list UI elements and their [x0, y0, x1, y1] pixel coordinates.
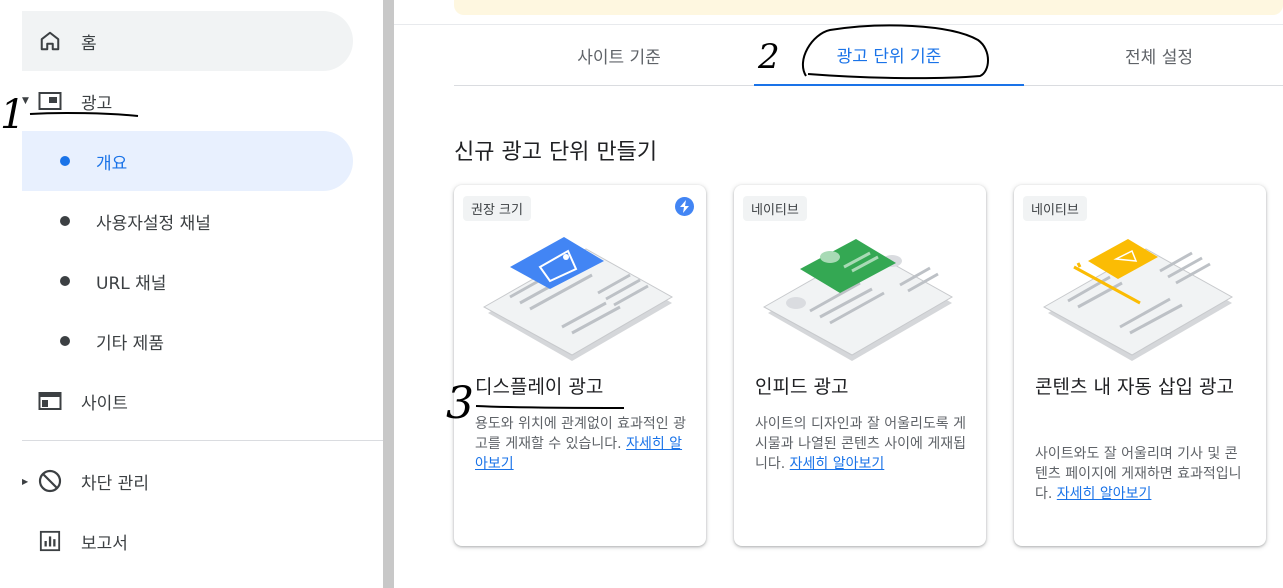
- tab-global-settings[interactable]: 전체 설정: [1024, 25, 1283, 86]
- sidebar-item-other-products[interactable]: 기타 제품: [22, 311, 353, 371]
- bullet-icon: [60, 336, 70, 346]
- sidebar-item-home[interactable]: 홈: [22, 11, 353, 71]
- tab-bar: 사이트 기준 광고 단위 기준 전체 설정: [454, 25, 1283, 86]
- sidebar-item-label: 개요: [96, 153, 128, 174]
- tab-by-ad-unit[interactable]: 광고 단위 기준: [754, 25, 1024, 86]
- card-description: 사이트의 디자인과 잘 어울리도록 게시물과 나열된 콘텐츠 사이에 게재됩니다…: [755, 416, 966, 472]
- sidebar-item-label: 기타 제품: [96, 333, 164, 354]
- display-ad-illustration: [482, 237, 674, 361]
- block-icon: [38, 469, 62, 493]
- sidebar-item-label: 보고서: [81, 533, 128, 554]
- sidebar: 홈 ▼ 광고 개요 사용자설정 채널 URL 채널 기타 제품 사이트 ▶ 차단…: [0, 0, 383, 588]
- caret-down-icon[interactable]: ▼: [22, 96, 29, 106]
- sidebar-item-sites[interactable]: 사이트: [22, 371, 353, 431]
- sidebar-item-block-controls[interactable]: ▶ 차단 관리: [22, 451, 353, 511]
- card-description: 용도와 위치에 관계없이 효과적인 광고를 게재할 수 있습니다. 자세히 알아…: [475, 416, 686, 472]
- card-title: 콘텐츠 내 자동 삽입 광고: [1035, 376, 1234, 398]
- divider: [22, 440, 383, 441]
- notice-banner: [454, 0, 1283, 15]
- ad-type-card-in-feed[interactable]: 네이티브 인피드 광고 사이트의 디자인과 잘 어울리도록 게시물과 나열된 콘…: [734, 185, 986, 546]
- sidebar-item-label: 사이트: [81, 393, 128, 414]
- sidebar-item-overview[interactable]: 개요: [22, 131, 353, 191]
- native-chip: 네이티브: [743, 196, 807, 221]
- learn-more-link[interactable]: 자세히 알아보기: [1057, 486, 1152, 502]
- sidebar-item-label: 광고: [81, 93, 113, 114]
- sidebar-item-url-channels[interactable]: URL 채널: [22, 251, 353, 311]
- native-chip: 네이티브: [1023, 196, 1087, 221]
- ads-icon: [38, 89, 62, 113]
- bullet-icon: [60, 276, 70, 286]
- card-title: 인피드 광고: [755, 376, 849, 398]
- ad-type-card-display[interactable]: 권장 크기 디스플레이 광고 용도와 위치에 관계없이 효과적인 광고를 게재할…: [454, 185, 706, 546]
- sidebar-item-reports[interactable]: 보고서: [22, 511, 353, 571]
- ad-type-card-in-article[interactable]: 네이티브 콘텐츠 내 자동 삽입 광고 사이트와도 잘 어울리며 기사 및 콘텐…: [1014, 185, 1266, 546]
- in-article-ad-illustration: [1042, 239, 1234, 361]
- in-feed-ad-illustration: [762, 239, 954, 361]
- scrollbar[interactable]: [383, 0, 394, 588]
- report-icon: [38, 529, 62, 553]
- learn-more-link[interactable]: 자세히 알아보기: [790, 456, 885, 472]
- sites-icon: [38, 389, 62, 413]
- main-content: 사이트 기준 광고 단위 기준 전체 설정 신규 광고 단위 만들기 권장 크기…: [394, 0, 1283, 588]
- tab-by-site[interactable]: 사이트 기준: [484, 25, 754, 86]
- card-title: 디스플레이 광고: [475, 376, 604, 398]
- sidebar-item-label: URL 채널: [96, 273, 167, 294]
- sidebar-item-label: 사용자설정 채널: [96, 213, 211, 234]
- home-icon: [38, 29, 62, 53]
- sidebar-item-custom-channels[interactable]: 사용자설정 채널: [22, 191, 353, 251]
- sidebar-item-ads[interactable]: ▼ 광고: [22, 71, 353, 131]
- bullet-icon: [60, 156, 70, 166]
- section-title: 신규 광고 단위 만들기: [454, 140, 658, 165]
- sidebar-item-label: 차단 관리: [81, 473, 149, 494]
- recommended-size-chip: 권장 크기: [463, 196, 531, 221]
- caret-right-icon[interactable]: ▶: [22, 477, 28, 486]
- lightning-icon: [675, 197, 694, 216]
- card-description: 사이트와도 잘 어울리며 기사 및 콘텐츠 페이지에 게재하면 효과적입니다. …: [1035, 446, 1242, 502]
- bullet-icon: [60, 216, 70, 226]
- sidebar-item-label: 홈: [81, 33, 97, 54]
